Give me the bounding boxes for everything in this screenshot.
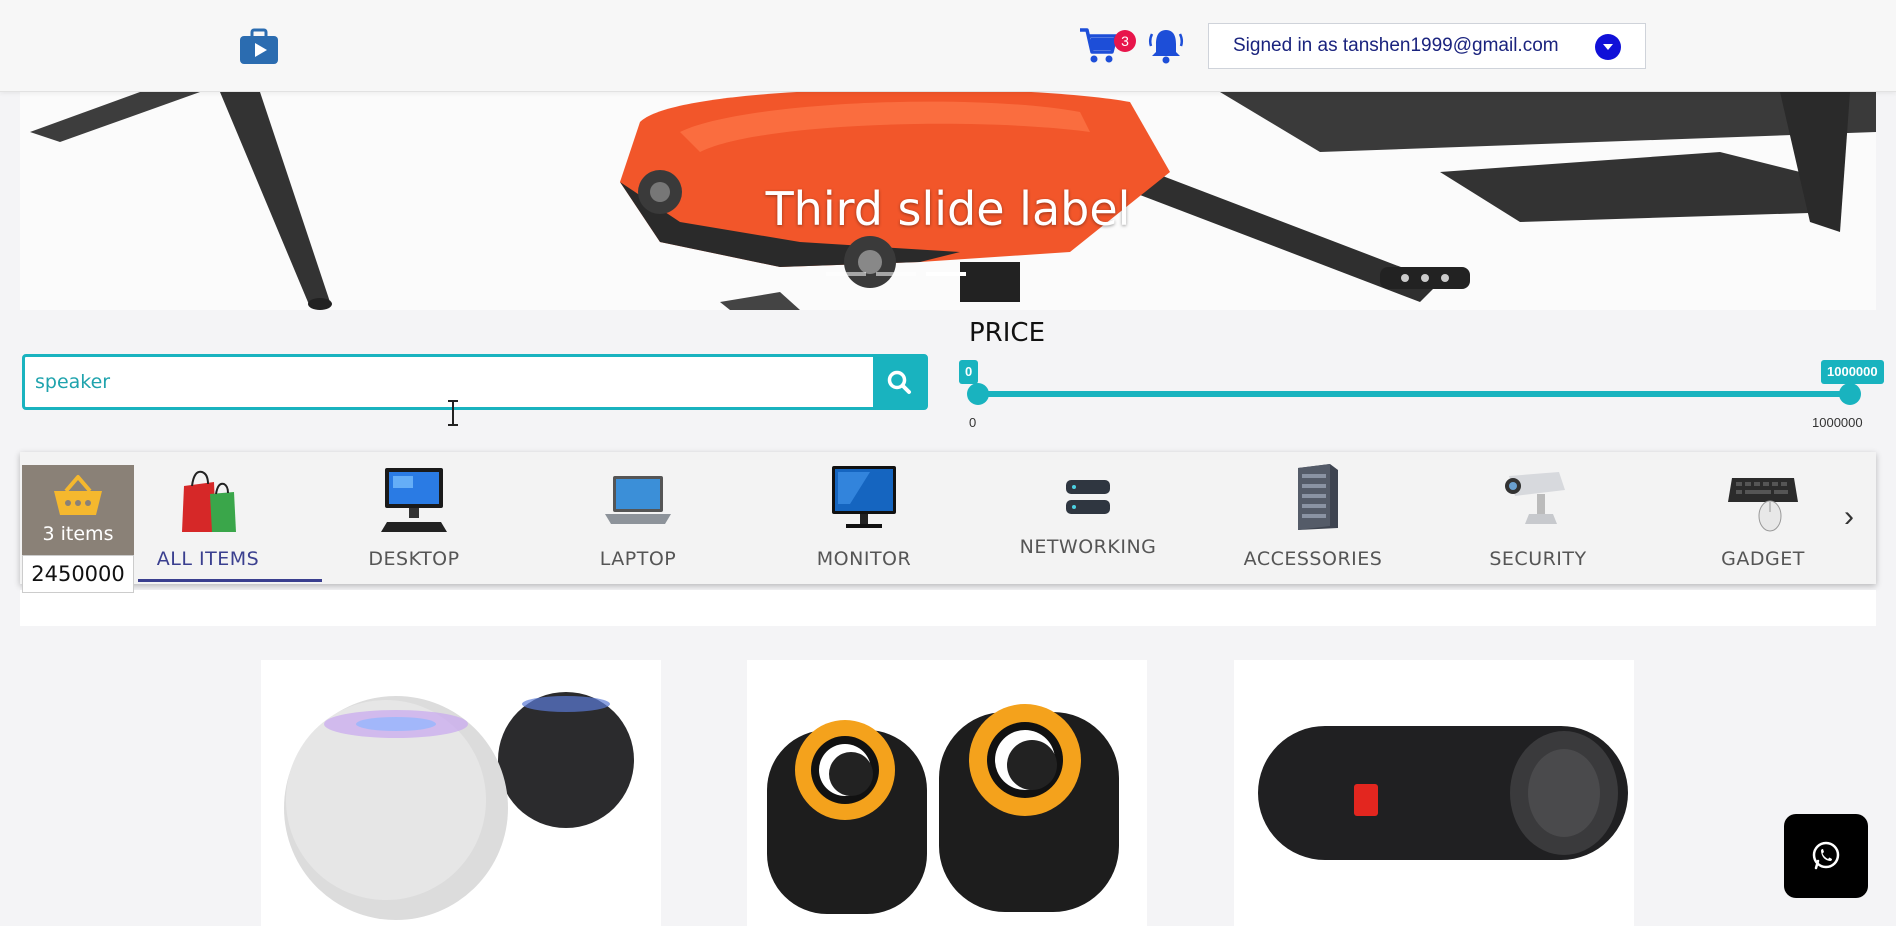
- laptop-icon: [605, 476, 671, 524]
- carousel-indicators: [826, 272, 966, 276]
- whatsapp-icon: [1812, 841, 1840, 870]
- search-button[interactable]: [873, 357, 925, 407]
- desktop-icon: [381, 468, 447, 532]
- section-divider: [20, 590, 1876, 626]
- category-security[interactable]: SECURITY: [1438, 452, 1638, 584]
- server-icon: [1298, 464, 1338, 530]
- notification-bell-icon[interactable]: [1148, 26, 1184, 64]
- monitor-icon: [832, 466, 896, 528]
- keyboard-mouse-icon: [1728, 478, 1798, 532]
- bluetooth-speaker-image: [1234, 660, 1634, 926]
- basket-total: 2450000: [22, 555, 134, 593]
- category-bar: ALL ITEMS DESKTOP LAPTOP MONITOR NETWORK…: [20, 452, 1876, 584]
- carousel-indicator[interactable]: [876, 272, 916, 276]
- chevron-right-icon[interactable]: ›: [1834, 492, 1864, 542]
- category-label: LAPTOP: [599, 548, 677, 570]
- basket-box: 3 items: [22, 465, 134, 555]
- chevron-down-icon[interactable]: [1595, 34, 1621, 60]
- category-label: GADGET: [1721, 548, 1805, 570]
- cctv-camera-icon: [1505, 472, 1565, 524]
- price-max-tick: 1000000: [1812, 415, 1863, 430]
- carousel-indicator[interactable]: [826, 272, 866, 276]
- category-label: ALL ITEMS: [156, 548, 260, 570]
- account-label: Signed in as tanshen1999@gmail.com: [1233, 35, 1559, 56]
- shopping-bags-icon: [182, 470, 236, 532]
- video-briefcase-logo-icon[interactable]: [238, 26, 280, 68]
- active-category-underline: [138, 579, 322, 582]
- cart-count-badge: 3: [1114, 30, 1136, 52]
- top-bar: 3 Signed in as tanshen1999@gmail.com: [0, 0, 1896, 92]
- price-max-handle[interactable]: [1839, 383, 1861, 405]
- hero-carousel[interactable]: Third slide label: [20, 92, 1876, 310]
- slide-label: Third slide label: [765, 182, 1131, 236]
- price-max-value: 1000000: [1821, 360, 1884, 384]
- basket-icon: [54, 475, 102, 515]
- basket-summary[interactable]: 3 items 2450000: [22, 465, 134, 593]
- text-cursor-icon: [448, 400, 458, 426]
- category-label: MONITOR: [816, 548, 912, 570]
- router-icon: [1066, 480, 1110, 514]
- search-box: [22, 354, 928, 410]
- price-title: PRICE: [969, 318, 1045, 348]
- category-label: ACCESSORIES: [1243, 548, 1383, 570]
- price-range-track[interactable]: [969, 391, 1857, 397]
- account-dropdown[interactable]: Signed in as tanshen1999@gmail.com: [1208, 23, 1646, 69]
- cart-icon[interactable]: [1078, 26, 1118, 64]
- price-min-tick: 0: [969, 415, 977, 430]
- category-networking[interactable]: NETWORKING: [988, 452, 1188, 584]
- whatsapp-chat-button[interactable]: [1784, 814, 1868, 898]
- product-card[interactable]: [747, 660, 1147, 926]
- category-all-items[interactable]: ALL ITEMS: [108, 452, 308, 584]
- category-label: DESKTOP: [368, 548, 460, 570]
- basket-item-count: 3 items: [42, 523, 114, 545]
- category-label: NETWORKING: [1019, 536, 1157, 558]
- product-card[interactable]: [1234, 660, 1634, 926]
- category-accessories[interactable]: ACCESSORIES: [1213, 452, 1413, 584]
- category-laptop[interactable]: LAPTOP: [538, 452, 738, 584]
- carousel-indicator-active[interactable]: [926, 272, 966, 276]
- category-desktop[interactable]: DESKTOP: [314, 452, 514, 584]
- category-monitor[interactable]: MONITOR: [764, 452, 964, 584]
- category-gadget[interactable]: GADGET: [1663, 452, 1863, 584]
- price-min-handle[interactable]: [967, 383, 989, 405]
- product-card[interactable]: [261, 660, 661, 926]
- price-min-value: 0: [959, 360, 979, 384]
- smart-speaker-image: [261, 660, 661, 926]
- desktop-speakers-image: [747, 660, 1147, 926]
- search-icon: [887, 370, 911, 394]
- category-label: SECURITY: [1489, 548, 1587, 570]
